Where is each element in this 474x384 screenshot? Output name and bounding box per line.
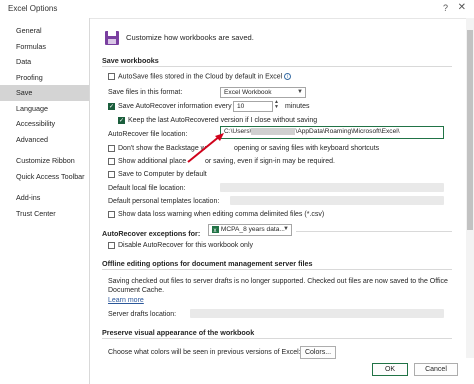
file-location-suffix: \AppData\Roaming\Microsoft\Excel\ — [295, 128, 400, 135]
save-floppy-icon — [105, 31, 119, 45]
sidebar-item-save[interactable]: Save — [0, 85, 89, 101]
help-button[interactable]: ? — [443, 3, 448, 13]
file-location-label: AutoRecover file location: — [108, 131, 188, 138]
default-local-location-label: Default local file location: — [108, 185, 186, 192]
save-to-computer-label: Save to Computer by default — [118, 171, 207, 178]
default-local-location-input[interactable] — [220, 183, 444, 192]
svg-text:x: x — [214, 228, 217, 233]
chevron-down-icon: ▼ — [297, 89, 303, 95]
data-loss-warning-checkbox[interactable] — [108, 211, 115, 218]
section-title-autorecover-exceptions: AutoRecover exceptions for: — [102, 229, 201, 238]
format-value: Excel Workbook — [224, 89, 272, 96]
format-label: Save files in this format: — [108, 89, 183, 96]
autosave-row: AutoSave files stored in the Cloud by de… — [118, 73, 292, 81]
save-to-computer-checkbox[interactable] — [108, 171, 115, 178]
sidebar-item-general[interactable]: General — [0, 23, 89, 39]
learn-more-link[interactable]: Learn more — [108, 297, 144, 304]
format-dropdown[interactable]: Excel Workbook ▼ — [220, 87, 306, 98]
autorecover-minutes-input[interactable]: 10 — [233, 101, 273, 112]
close-icon[interactable]: ✕ — [458, 2, 466, 13]
backstage-label-part2: opening or saving files with keyboard sh… — [234, 145, 380, 152]
sidebar-item-customize-ribbon[interactable]: Customize Ribbon — [0, 153, 89, 169]
offline-info-line1: Saving checked out files to server draft… — [108, 278, 448, 285]
disable-autorecover-checkbox[interactable] — [108, 242, 115, 249]
sidebar-item-data[interactable]: Data — [0, 54, 89, 70]
divider — [102, 338, 452, 339]
info-icon: i — [284, 73, 292, 80]
page-intro: Customize how workbooks are saved. — [126, 33, 254, 42]
keep-last-version-label: Keep the last AutoRecovered version if I… — [128, 117, 318, 124]
keep-last-version-checkbox[interactable] — [118, 117, 125, 124]
sidebar-item-proofing[interactable]: Proofing — [0, 70, 89, 86]
sidebar-item-advanced[interactable]: Advanced — [0, 132, 89, 148]
data-loss-warning-label: Show data loss warning when editing comm… — [118, 211, 325, 218]
divider — [296, 231, 452, 232]
server-drafts-label: Server drafts location: — [108, 311, 177, 318]
autorecover-checkbox[interactable] — [108, 103, 115, 110]
default-templates-location-label: Default personal templates location: — [108, 198, 220, 205]
autosave-checkbox[interactable] — [108, 73, 115, 80]
cancel-button[interactable]: Cancel — [414, 363, 458, 376]
scrollbar-thumb[interactable] — [467, 30, 473, 230]
autorecover-minutes-value: 10 — [237, 103, 245, 110]
sidebar-item-language[interactable]: Language — [0, 101, 89, 117]
chevron-down-icon: ▼ — [283, 226, 289, 232]
workbook-dropdown[interactable]: x MCPA_8 years data... ▼ — [208, 224, 292, 236]
divider — [102, 66, 452, 67]
default-templates-location-input[interactable] — [230, 196, 444, 205]
section-title-save-workbooks: Save workbooks — [102, 56, 159, 65]
colors-label: Choose what colors will be seen in previ… — [108, 349, 301, 356]
main-panel: Customize how workbooks are saved. Save … — [90, 18, 474, 384]
redacted-username — [251, 127, 296, 135]
dialog-footer: OK Cancel — [0, 358, 474, 384]
sidebar-item-trust-center[interactable]: Trust Center — [0, 206, 89, 222]
sidebar-item-add-ins[interactable]: Add-ins — [0, 190, 89, 206]
sidebar-item-formulas[interactable]: Formulas — [0, 39, 89, 55]
minutes-spinner[interactable]: ▲ ▼ — [274, 100, 279, 110]
title-bar: Excel Options ? ✕ — [0, 0, 474, 19]
offline-info-line2: Document Cache. — [108, 287, 165, 294]
workbook-value: MCPA_8 years data... — [220, 226, 285, 233]
scrollbar[interactable] — [466, 18, 474, 358]
additional-places-checkbox[interactable] — [108, 158, 115, 165]
sidebar-item-quick-access-toolbar[interactable]: Quick Access Toolbar — [0, 169, 89, 185]
window-title: Excel Options — [8, 4, 58, 13]
excel-file-icon: x — [212, 225, 219, 234]
section-title-preserve-appearance: Preserve visual appearance of the workbo… — [102, 328, 255, 337]
disable-autorecover-label: Disable AutoRecover for this workbook on… — [118, 242, 254, 249]
sidebar-item-accessibility[interactable]: Accessibility — [0, 116, 89, 132]
file-location-input[interactable]: C:\Users\ \AppData\Roaming\Microsoft\Exce… — [220, 126, 444, 139]
server-drafts-input[interactable] — [190, 309, 444, 318]
ok-button[interactable]: OK — [372, 363, 408, 376]
divider — [102, 269, 452, 270]
autosave-label: AutoSave files stored in the Cloud by de… — [118, 73, 283, 81]
sidebar: General Formulas Data Proofing Save Lang… — [0, 18, 90, 384]
backstage-checkbox[interactable] — [108, 145, 115, 152]
autorecover-label: Save AutoRecover information every — [118, 103, 232, 110]
section-title-offline-editing: Offline editing options for document man… — [102, 259, 313, 268]
annotation-arrow-icon — [187, 133, 224, 163]
minutes-label: minutes — [285, 103, 310, 110]
additional-places-label-part1: Show additional place — [118, 158, 187, 165]
